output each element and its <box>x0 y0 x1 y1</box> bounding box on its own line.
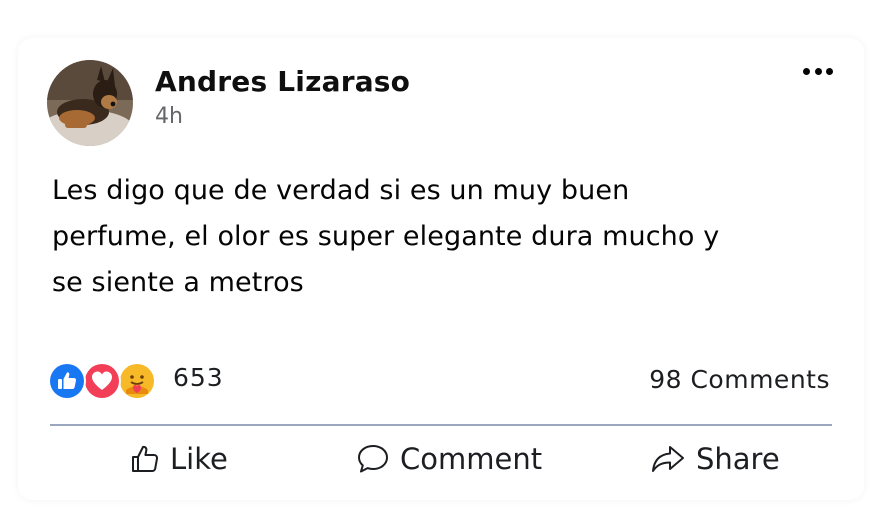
post-text: Les digo que de verdad si es un muy buen… <box>52 175 720 298</box>
more-options-button[interactable] <box>803 64 833 78</box>
share-button[interactable]: Share <box>650 434 780 484</box>
comment-label: Comment <box>400 442 543 476</box>
share-label: Share <box>696 442 780 476</box>
love-icon <box>83 362 121 400</box>
author-name[interactable]: Andres Lizaraso <box>155 65 410 98</box>
like-label: Like <box>170 442 228 476</box>
post-timestamp[interactable]: 4h <box>155 104 183 129</box>
more-dot-icon <box>814 67 822 75</box>
avatar[interactable] <box>47 60 133 146</box>
comments-count-link[interactable]: 98 Comments <box>649 365 830 394</box>
reaction-count[interactable]: 653 <box>173 363 224 392</box>
post-card: Andres Lizaraso 4h Les digo que de verda… <box>18 38 864 500</box>
share-arrow-icon <box>652 446 684 472</box>
thumbs-up-icon <box>132 445 159 472</box>
more-dot-icon <box>826 67 833 75</box>
comment-button[interactable]: Comment <box>356 434 542 484</box>
comment-bubble-icon <box>358 445 388 473</box>
more-dot-icon <box>803 67 810 75</box>
divider <box>50 424 832 426</box>
post-actions-bar: Like Comment Share <box>50 434 832 484</box>
like-icon <box>48 362 86 400</box>
like-button[interactable]: Like <box>130 434 228 484</box>
dog-avatar-image <box>47 60 133 146</box>
care-icon <box>118 362 156 400</box>
reaction-icons[interactable] <box>48 362 158 400</box>
